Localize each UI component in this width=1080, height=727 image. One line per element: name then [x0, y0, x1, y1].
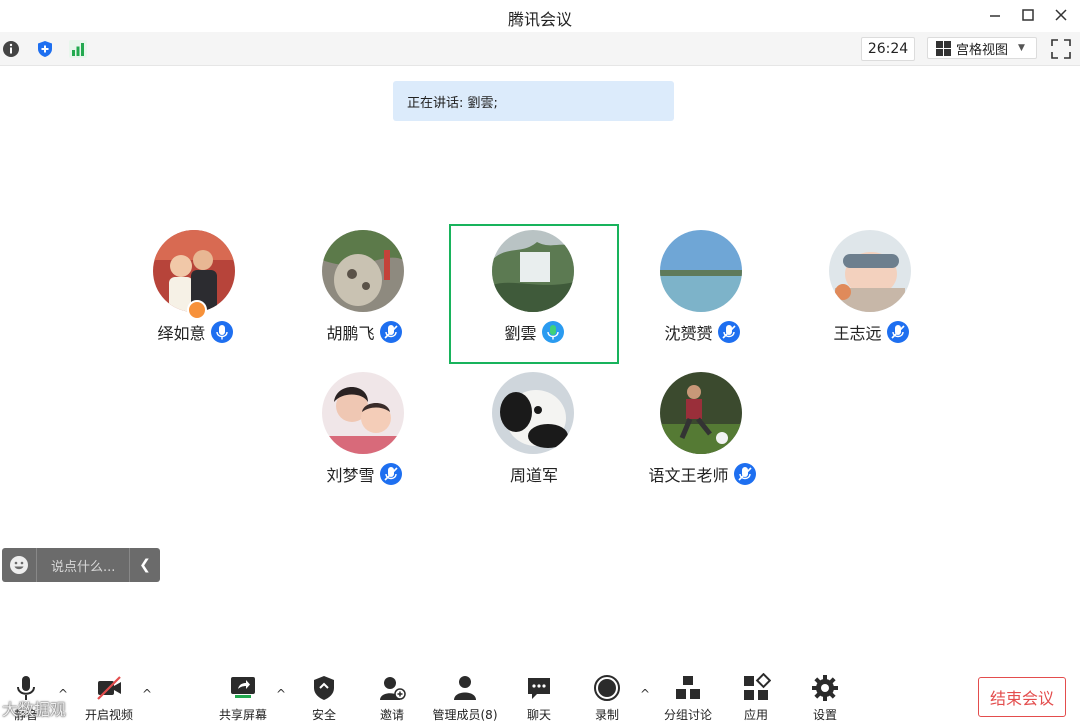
manage-members-label: 管理成员(8)	[432, 708, 498, 722]
meeting-timer: 26:24	[861, 37, 915, 61]
info-icon[interactable]	[2, 40, 20, 58]
record-label: 录制	[594, 708, 619, 722]
grid-view-icon	[936, 40, 951, 56]
record-icon	[594, 675, 620, 701]
participant-name-row: 沈赟赟	[617, 320, 787, 344]
participant-name-row: 周道军	[449, 462, 619, 486]
view-mode-dropdown[interactable]: 宫格视图 ▼	[927, 37, 1037, 59]
host-badge-icon	[187, 300, 207, 320]
add-user-icon	[380, 677, 406, 700]
participant-name-row: 王志远	[786, 320, 956, 344]
meeting-info-bar: 26:24 宫格视图 ▼	[0, 32, 1080, 66]
close-icon	[1055, 9, 1067, 21]
microphone-muted-icon	[717, 321, 740, 343]
microphone-speaking-icon	[541, 321, 564, 343]
chevron-down-icon: ▼	[1018, 43, 1025, 53]
participant-name: 刘梦雪	[326, 466, 375, 485]
participant-tile[interactable]: 刘梦雪	[279, 366, 449, 506]
participant-name: 语文王老师	[648, 466, 729, 485]
microphone-icon	[210, 321, 233, 343]
apps-icon	[744, 673, 771, 700]
avatar	[322, 230, 404, 312]
security-label: 安全	[311, 708, 336, 722]
invite-label: 邀请	[379, 708, 404, 722]
participant-tile[interactable]: 绎如意	[110, 224, 280, 364]
network-signal-icon[interactable]	[69, 40, 87, 58]
microphone-muted-icon	[886, 321, 909, 343]
participant-name: 周道军	[509, 466, 558, 485]
watermark: 大数据观	[2, 700, 67, 719]
record-button[interactable]: 录制	[567, 673, 647, 723]
participant-name: 绎如意	[157, 324, 206, 343]
settings-label: 设置	[812, 708, 837, 722]
maximize-icon	[1022, 9, 1034, 21]
participant-name: 劉雲	[504, 324, 537, 343]
video-options-chevron-icon[interactable]: ^	[142, 687, 152, 701]
video-off-icon	[97, 676, 121, 700]
fullscreen-icon[interactable]	[1050, 38, 1072, 60]
participant-tile-active-speaker[interactable]: 劉雲	[449, 224, 619, 364]
microphone-muted-icon	[379, 463, 402, 485]
avatar	[660, 230, 742, 312]
members-icon	[454, 676, 476, 700]
start-video-label: 开启视频	[84, 708, 133, 722]
collapse-chevron-icon[interactable]: ❮	[129, 548, 160, 582]
chat-placeholder[interactable]: 说点什么...	[37, 556, 129, 575]
apps-label: 应用	[743, 708, 768, 722]
participant-tile[interactable]: 周道军	[449, 366, 619, 506]
participant-name-row: 劉雲	[449, 320, 619, 344]
avatar	[660, 372, 742, 454]
manage-members-button[interactable]: 管理成员(8)	[419, 673, 511, 723]
maximize-button[interactable]	[1015, 4, 1041, 26]
participant-name-row: 胡鹏飞	[279, 320, 449, 344]
meeting-toolbar: 静音 ^ 开启视频 ^ 共享屏幕 ^ 安全 邀请 管理成员(8) 聊天 录制 ^…	[0, 665, 1080, 727]
share-screen-icon	[231, 677, 255, 698]
gear-icon	[812, 675, 838, 701]
chat-label: 聊天	[526, 708, 551, 722]
participant-name-row: 绎如意	[110, 320, 280, 344]
participant-tile[interactable]: 语文王老师	[617, 366, 787, 506]
avatar	[829, 230, 911, 312]
chat-icon	[528, 678, 550, 699]
participant-name: 胡鹏飞	[326, 324, 375, 343]
participant-tile[interactable]: 王志远	[786, 224, 956, 364]
microphone-muted-icon	[379, 321, 402, 343]
start-video-button[interactable]: 开启视频	[69, 673, 149, 723]
view-mode-label: 宫格视图	[956, 42, 1009, 58]
participant-tile[interactable]: 胡鹏飞	[279, 224, 449, 364]
window-title: 腾讯会议	[507, 10, 572, 29]
avatar	[492, 230, 574, 312]
breakout-rooms-label: 分组讨论	[663, 708, 712, 722]
share-screen-button[interactable]: 共享屏幕	[203, 673, 283, 723]
emoji-icon[interactable]	[2, 548, 37, 582]
security-shield-icon[interactable]	[36, 40, 54, 58]
microphone-muted-icon	[733, 463, 756, 485]
breakout-icon	[676, 676, 700, 699]
title-bar: 腾讯会议	[0, 0, 1080, 32]
end-meeting-button[interactable]: 结束会议	[978, 677, 1066, 717]
speaking-indicator: 正在讲话: 劉雲;	[393, 81, 674, 121]
apps-button[interactable]: 应用	[716, 673, 796, 723]
participant-name-row: 语文王老师	[617, 462, 787, 486]
participant-name-row: 刘梦雪	[279, 462, 449, 486]
shield-icon	[314, 676, 334, 700]
participant-name: 王志远	[833, 324, 882, 343]
settings-button[interactable]: 设置	[785, 673, 865, 723]
participant-tile[interactable]: 沈赟赟	[617, 224, 787, 364]
participant-name: 沈赟赟	[664, 324, 713, 343]
minimize-button[interactable]	[982, 4, 1008, 26]
speaking-text: 正在讲话: 劉雲;	[407, 95, 498, 111]
share-screen-label: 共享屏幕	[218, 708, 267, 722]
avatar	[322, 372, 404, 454]
close-button[interactable]	[1048, 4, 1074, 26]
minimize-icon	[990, 15, 1000, 17]
avatar	[492, 372, 574, 454]
chat-input-bar[interactable]: 说点什么... ❮	[2, 548, 160, 582]
